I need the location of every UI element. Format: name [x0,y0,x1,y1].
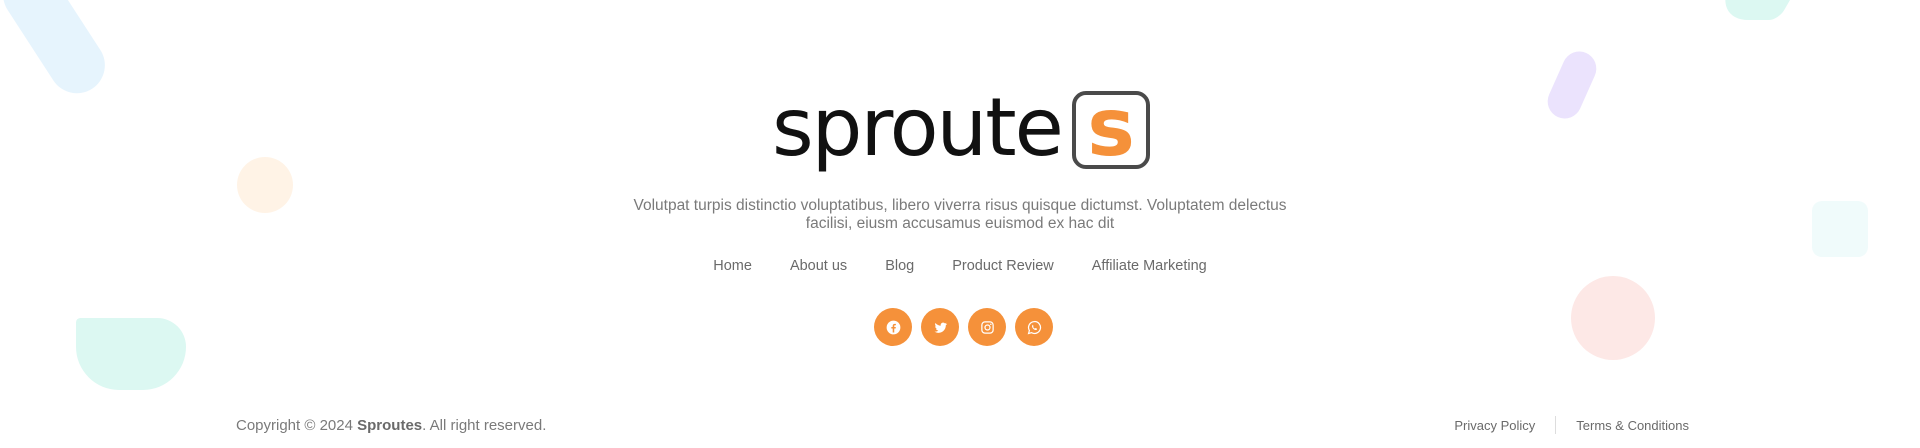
legal-divider [1555,416,1557,434]
nav-link-home[interactable]: Home [713,258,752,274]
copyright-suffix: . All right reserved. [422,417,547,434]
decorative-teal-square [1812,201,1868,257]
whatsapp-icon [1027,320,1041,334]
nav-link-blog[interactable]: Blog [885,258,914,274]
decorative-teal-corner [1708,0,1802,20]
footer-nav: Home About us Blog Product Review Affili… [0,258,1920,274]
decorative-mint-blob [76,318,186,390]
privacy-policy-link[interactable]: Privacy Policy [1454,418,1535,433]
nav-link-about-us[interactable]: About us [790,258,847,274]
whatsapp-button[interactable] [1015,308,1053,346]
legal-links: Privacy Policy Terms & Conditions [1454,416,1689,434]
tagline-line-1: Volutpat turpis distinctio voluptatibus,… [633,197,1287,214]
instagram-button[interactable] [968,308,1006,346]
decorative-lavender-pill [1542,46,1602,124]
facebook-icon [886,320,900,334]
copyright-prefix: Copyright © 2024 [236,417,358,434]
nav-link-product-review[interactable]: Product Review [952,258,1054,274]
facebook-button[interactable] [874,308,912,346]
decorative-blue-pill [0,0,116,104]
decorative-pink-circle [1571,276,1655,360]
tagline-line-2: facilisi, eiusm accusamus euismod ex hac… [805,215,1115,232]
footer-tagline: Volutpat turpis distinctio voluptatibus,… [620,197,1300,233]
instagram-icon [980,320,994,334]
copyright-text: Copyright © 2024 Sproutes. All right res… [236,417,546,434]
logo-accent-letter: s [1087,81,1135,174]
decorative-peach-circle [237,157,293,213]
social-links [874,308,1053,346]
logo-wordmark: sproute [772,81,1064,174]
twitter-icon [934,322,947,333]
twitter-button[interactable] [921,308,959,346]
copyright-brand: Sproutes [357,417,423,434]
footer-logo[interactable]: sproute s [772,84,1156,176]
nav-link-affiliate-marketing[interactable]: Affiliate Marketing [1092,258,1207,274]
terms-conditions-link[interactable]: Terms & Conditions [1576,418,1689,433]
